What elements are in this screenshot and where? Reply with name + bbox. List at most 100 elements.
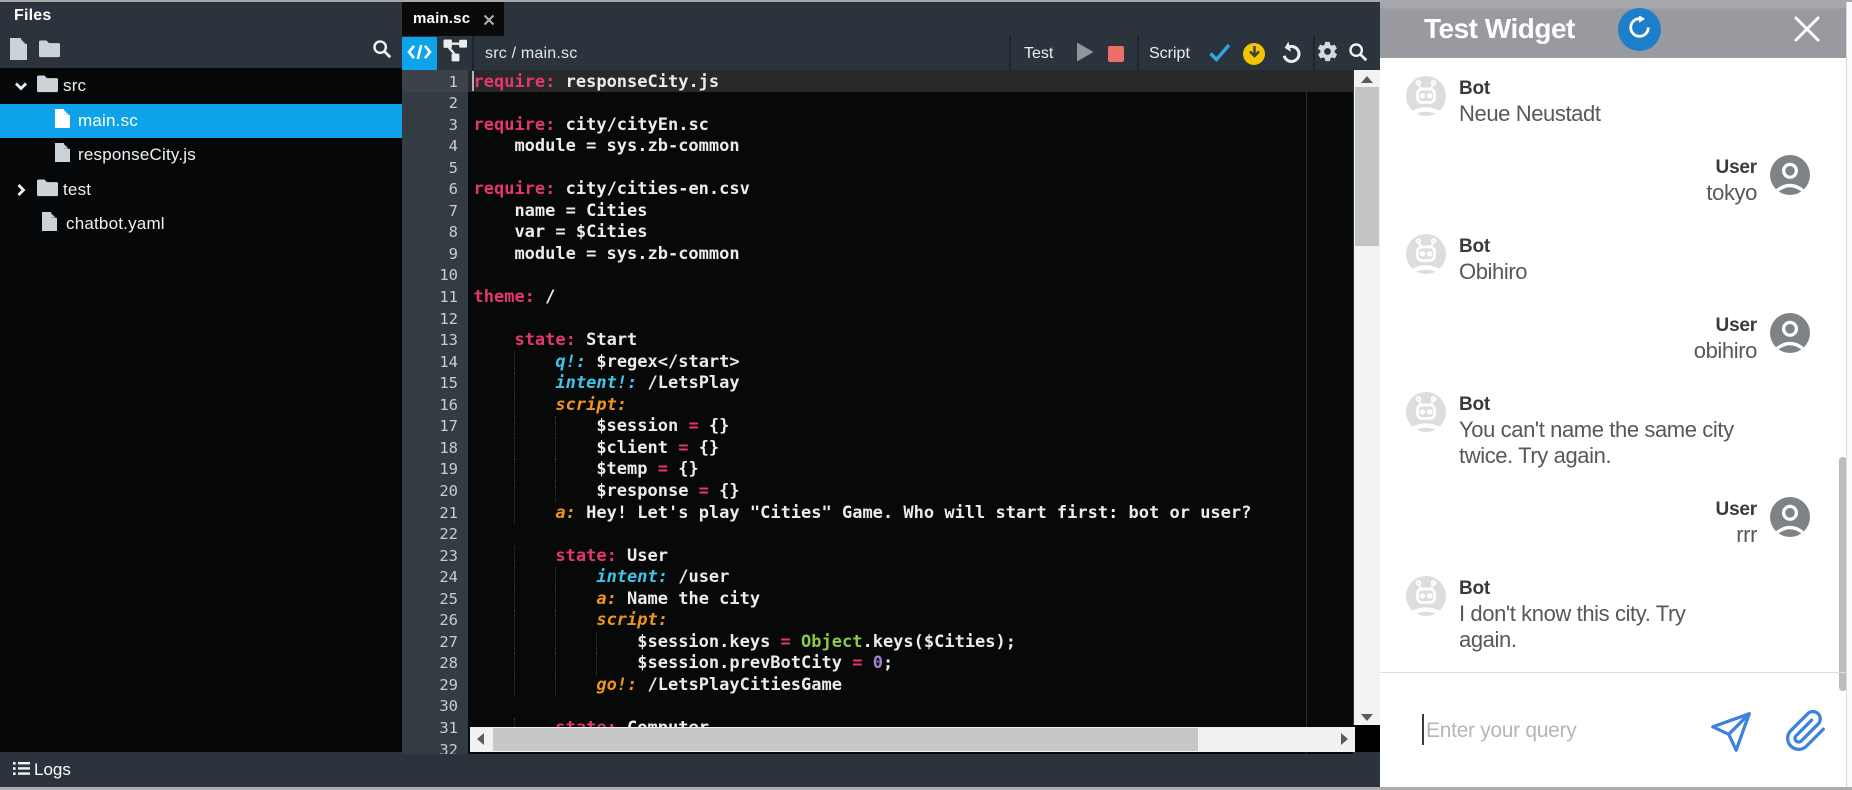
undo-button[interactable] — [1279, 42, 1303, 66]
user-message: Usertokyo — [1380, 155, 1846, 206]
code-line-text: script: — [474, 610, 668, 632]
code-line-text: theme: / — [474, 287, 556, 309]
code-token — [862, 653, 872, 673]
send-button[interactable] — [1708, 709, 1754, 755]
line-number: 26 — [402, 610, 458, 632]
vertical-scrollbar-thumb[interactable] — [1355, 87, 1379, 246]
run-test-button[interactable] — [1074, 43, 1096, 65]
code-view-button[interactable] — [402, 37, 437, 71]
chat-input-area: Enter your query — [1380, 673, 1846, 787]
message-body: Userobihiro — [1694, 313, 1757, 364]
gear-icon — [1316, 40, 1339, 68]
code-token: $regex</start> — [586, 352, 740, 372]
line-number: 12 — [402, 309, 458, 331]
code-editor[interactable]: 1require: responseCity.js23require: city… — [402, 70, 1353, 754]
code-token: intent: — [596, 567, 668, 587]
message-body: BotNeue Neustadt — [1459, 76, 1601, 127]
line-number: 2 — [402, 93, 458, 115]
widget-close-button[interactable] — [1793, 15, 1821, 43]
line-number: 30 — [402, 696, 458, 718]
code-token — [474, 330, 515, 350]
logs-label: Logs — [34, 760, 71, 780]
code-line-8: 8 var = $Cities — [402, 222, 1353, 244]
tab-close-icon[interactable] — [483, 13, 495, 25]
tree-item-responsecity-js[interactable]: responseCity.js — [0, 138, 402, 173]
code-line-19: 19 $temp = {} — [402, 459, 1353, 481]
deploy-button[interactable] — [1243, 43, 1265, 65]
code-line-3: 3require: city/cityEn.sc — [402, 115, 1353, 137]
window-top-edge — [0, 0, 1852, 2]
line-number: 14 — [402, 352, 458, 374]
folder-icon — [36, 178, 59, 202]
code-line-18: 18 $client = {} — [402, 438, 1353, 460]
code-token: $temp — [474, 459, 658, 479]
scroll-down-icon[interactable] — [1361, 714, 1373, 721]
new-folder-button[interactable] — [36, 38, 62, 64]
editor-horizontal-scrollbar[interactable] — [470, 727, 1355, 752]
code-line-text: module = sys.zb-common — [474, 136, 740, 158]
visual-editor-button[interactable] — [438, 37, 472, 71]
line-number: 32 — [402, 740, 458, 754]
editor-tab-bar: main.sc — [402, 2, 1380, 36]
code-line-10: 10 — [402, 265, 1353, 287]
code-line-26: 26 script: — [402, 610, 1353, 632]
editor-panel: main.sc src / main.sc Test Script — [402, 2, 1380, 752]
tree-item-src[interactable]: src — [0, 69, 402, 104]
tree-item-main-sc[interactable]: main.sc — [0, 104, 402, 139]
message-author: Bot — [1459, 76, 1601, 101]
code-line-12: 12 — [402, 309, 1353, 331]
refresh-button[interactable] — [1618, 8, 1661, 51]
code-token: a: — [596, 589, 616, 609]
editor-search-button[interactable] — [1346, 42, 1370, 66]
code-token: $session — [474, 416, 689, 436]
code-line-text: module = sys.zb-common — [474, 244, 740, 266]
query-input[interactable]: Enter your query — [1426, 719, 1576, 743]
line-number: 15 — [402, 373, 458, 395]
line-number: 22 — [402, 524, 458, 546]
refresh-icon — [1628, 16, 1651, 44]
tree-item-label: src — [63, 76, 86, 96]
tree-item-chatbot-yaml[interactable]: chatbot.yaml — [0, 207, 402, 242]
validate-button[interactable] — [1208, 42, 1232, 66]
message-text: I don't know this city. Try again. — [1459, 601, 1739, 653]
scroll-right-icon[interactable] — [1341, 733, 1348, 745]
code-token — [474, 675, 597, 695]
horizontal-scrollbar-thumb[interactable] — [493, 728, 1198, 751]
code-line-text: $session.keys = Object.keys($Cities); — [474, 632, 1017, 654]
code-line-text: go!: /LetsPlayCitiesGame — [474, 675, 842, 697]
code-token: state: — [555, 546, 616, 566]
line-number: 16 — [402, 395, 458, 417]
code-token: module = sys.zb-common — [474, 244, 740, 264]
attach-button[interactable] — [1784, 709, 1830, 755]
list-icon — [13, 761, 30, 781]
tab-label: main.sc — [413, 10, 470, 27]
scroll-left-icon[interactable] — [477, 733, 484, 745]
code-token: = — [688, 416, 698, 436]
stop-button[interactable] — [1108, 46, 1124, 62]
file-search-button[interactable] — [369, 38, 395, 64]
code-token — [474, 589, 597, 609]
code-line-30: 30 — [402, 696, 1353, 718]
jaicp-ide-window: Files srcmain.scresponseCity.jstestchatb… — [0, 0, 1852, 790]
tab-main-sc[interactable]: main.sc — [402, 2, 504, 36]
line-number: 4 — [402, 136, 458, 158]
files-panel-header: Files — [0, 2, 402, 68]
chevron-down-icon[interactable] — [13, 78, 29, 94]
code-line-text: a: Name the city — [474, 589, 761, 611]
chevron-right-icon[interactable] — [13, 182, 29, 198]
tree-item-test[interactable]: test — [0, 173, 402, 208]
file-tree: src main.scresponseCity.jstestchatbot.yam… — [0, 69, 402, 242]
code-token: Hey! Let's play "Cities" Game. Who will … — [576, 503, 1252, 523]
code-line-text: intent!: /LetsPlay — [474, 373, 740, 395]
code-line-28: 28 $session.prevBotCity = 0; — [402, 653, 1353, 675]
person-icon — [1770, 313, 1810, 353]
settings-button[interactable] — [1315, 42, 1339, 66]
editor-vertical-scrollbar[interactable] — [1354, 70, 1380, 727]
logs-bar[interactable]: Logs — [0, 752, 1380, 787]
chat-messages: BotNeue NeustadtUsertokyoBotObihiroUsero… — [1380, 76, 1846, 681]
code-token: {} — [709, 481, 740, 501]
new-file-button[interactable] — [5, 38, 31, 64]
scroll-up-icon[interactable] — [1361, 76, 1373, 83]
code-line-14: 14 q!: $regex</start> — [402, 352, 1353, 374]
file-icon — [54, 108, 71, 134]
